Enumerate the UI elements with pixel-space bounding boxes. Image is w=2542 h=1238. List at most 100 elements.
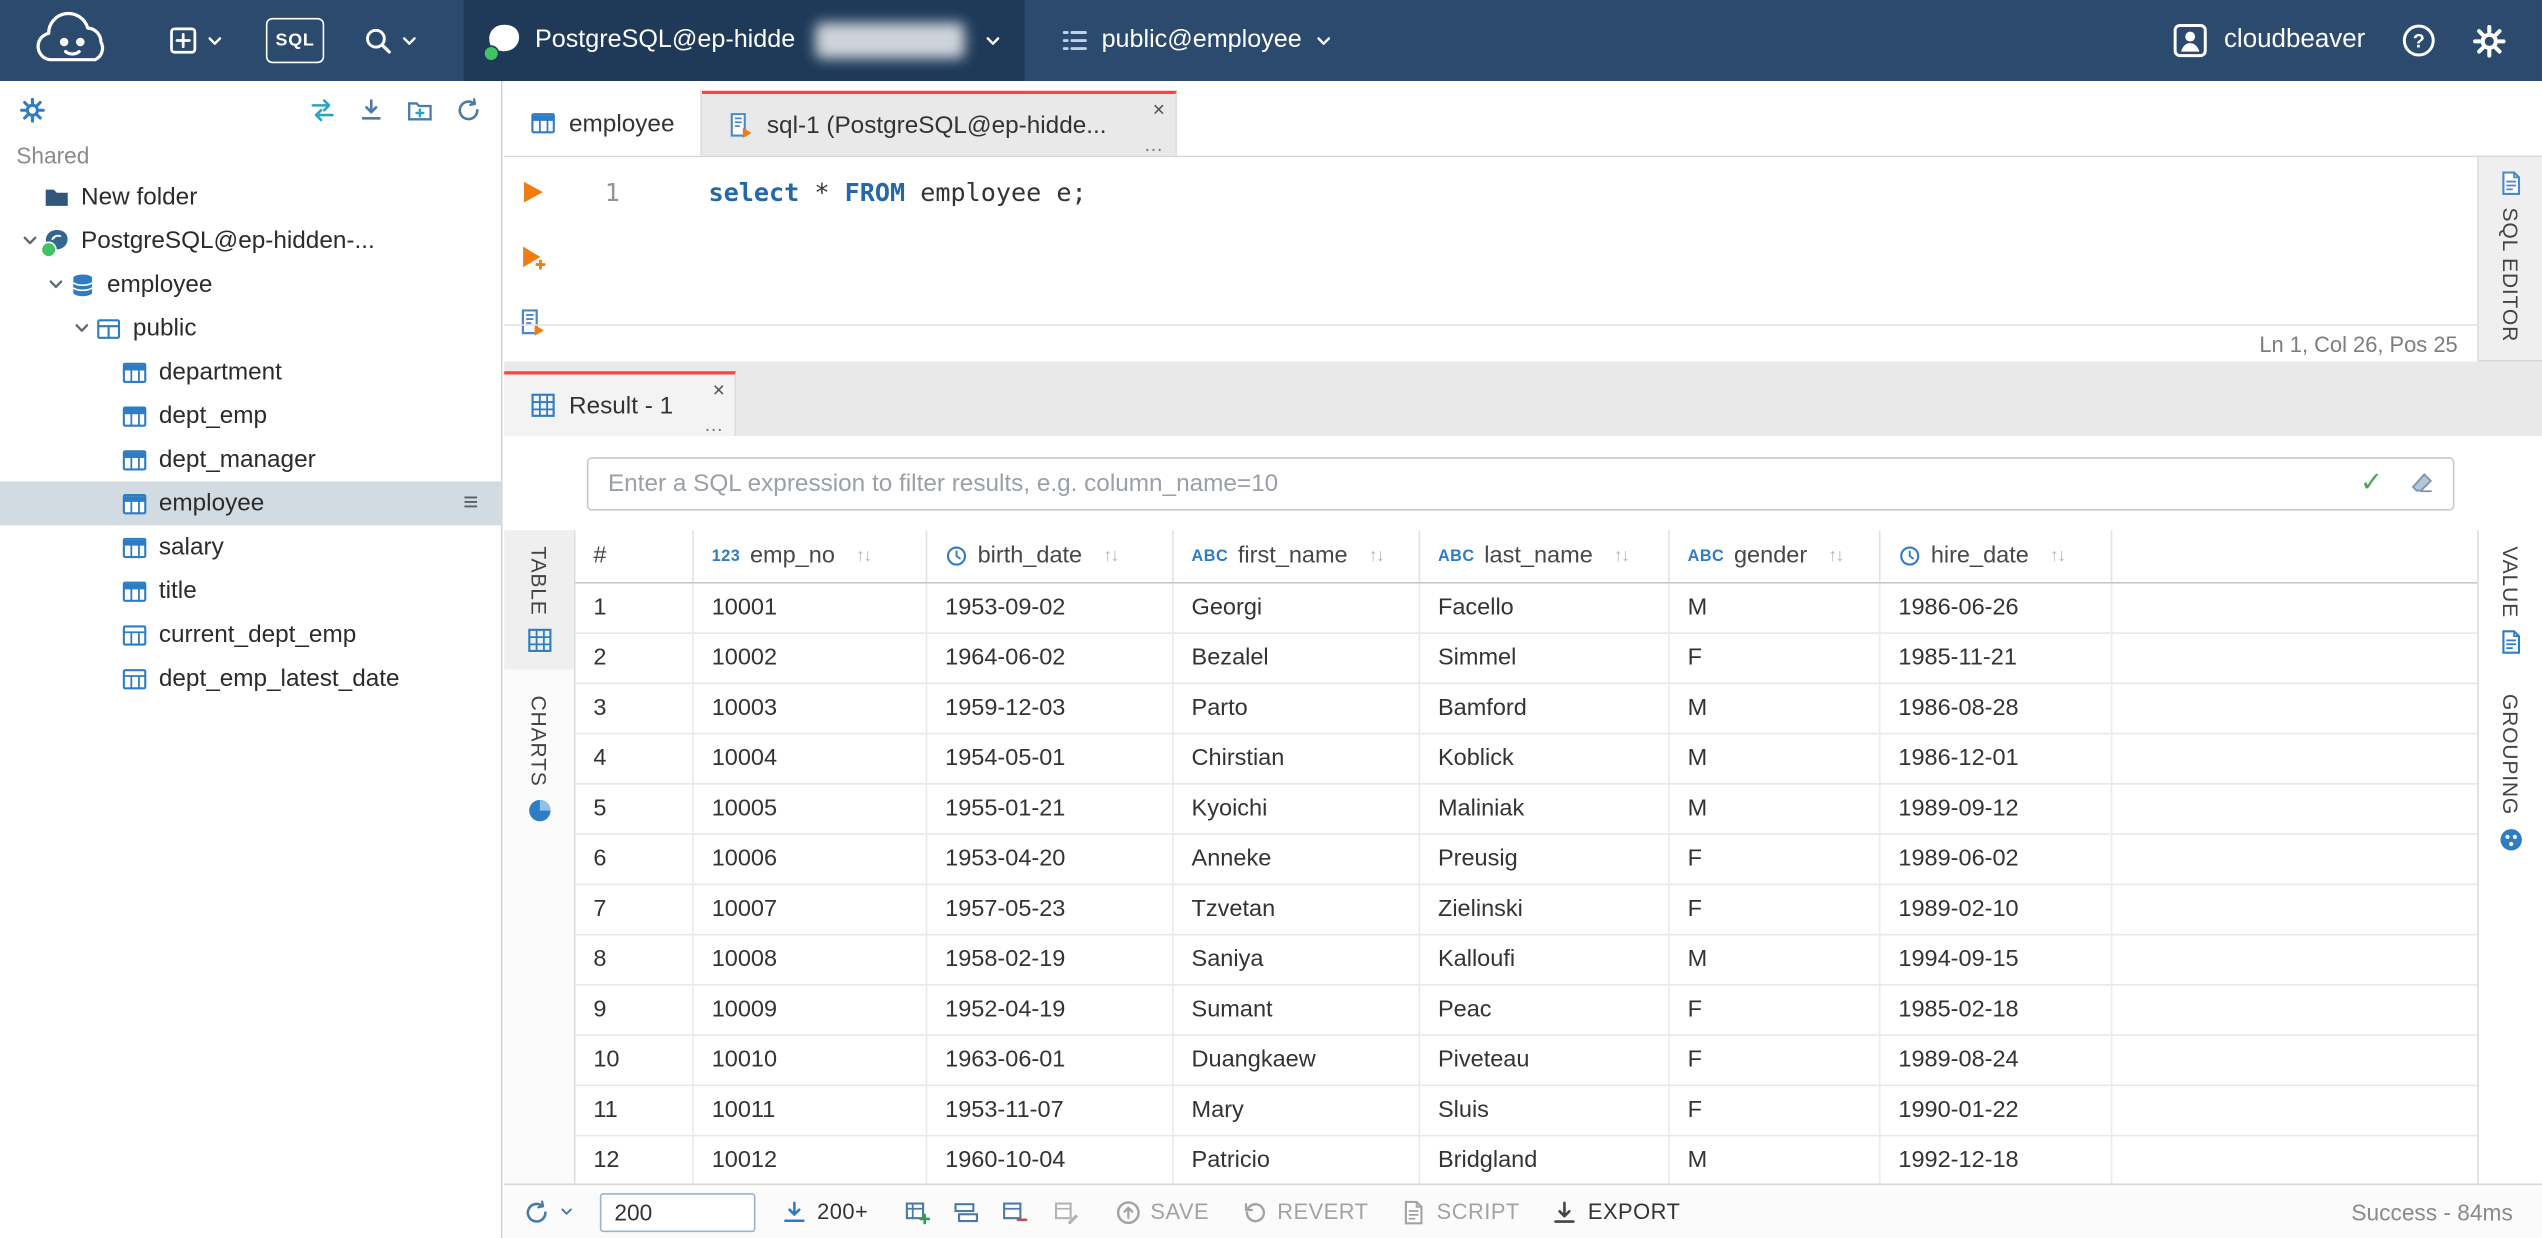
cell-birth-date[interactable]: 1952-04-19 <box>927 985 1174 1035</box>
cell-gender[interactable]: F <box>1670 1086 1881 1135</box>
row-number-cell[interactable]: 10 <box>576 1035 694 1085</box>
tab-employee[interactable]: employee <box>504 90 703 156</box>
cell-last-name[interactable]: Bridgland <box>1420 1136 1670 1184</box>
close-icon[interactable]: × <box>713 379 725 400</box>
cell-emp-no[interactable]: 10010 <box>694 1035 928 1085</box>
cell-last-name[interactable]: Simmel <box>1420 633 1670 683</box>
cell-last-name[interactable]: Facello <box>1420 583 1670 633</box>
cell-hire-date[interactable]: 1985-02-18 <box>1881 985 2113 1035</box>
cell-first-name[interactable]: Parto <box>1174 684 1421 733</box>
column-header-emp-no[interactable]: 123 emp_no ↑↓ <box>694 530 928 583</box>
sidebar-item-view-current-dept-emp[interactable]: current_dept_emp <box>0 613 501 657</box>
table-row[interactable]: 7 10007 1957-05-23 Tzvetan Zielinski F 1… <box>575 885 2478 936</box>
column-header-last-name[interactable]: ABC last_name ↑↓ <box>1420 530 1670 583</box>
row-number-cell[interactable]: 6 <box>576 834 694 884</box>
cell-birth-date[interactable]: 1959-12-03 <box>927 684 1174 733</box>
cell-emp-no[interactable]: 10001 <box>694 583 928 633</box>
export-button[interactable]: EXPORT <box>1552 1199 1680 1225</box>
cell-hire-date[interactable]: 1985-11-21 <box>1881 633 2113 683</box>
settings-gear-icon[interactable] <box>2472 24 2506 58</box>
cell-gender[interactable]: M <box>1670 583 1881 633</box>
fetch-size-input[interactable] <box>599 1192 756 1232</box>
cell-emp-no[interactable]: 10002 <box>694 633 928 683</box>
cell-first-name[interactable]: Georgi <box>1174 583 1421 633</box>
cell-last-name[interactable]: Zielinski <box>1420 885 1670 934</box>
cell-birth-date[interactable]: 1953-11-07 <box>927 1086 1174 1135</box>
schema-selector[interactable]: public@employee <box>1040 0 1352 81</box>
cell-emp-no[interactable]: 10012 <box>694 1136 928 1184</box>
table-row[interactable]: 8 10008 1958-02-19 Saniya Kalloufi M 199… <box>575 935 2478 986</box>
cell-gender[interactable]: M <box>1670 1136 1881 1184</box>
sql-editor-side-tab[interactable]: SQL EDITOR <box>2477 157 2542 362</box>
cell-hire-date[interactable]: 1989-08-24 <box>1881 1035 2113 1085</box>
script-button[interactable]: SCRIPT <box>1401 1199 1520 1225</box>
cell-last-name[interactable]: Koblick <box>1420 734 1670 784</box>
cell-birth-date[interactable]: 1958-02-19 <box>927 935 1174 985</box>
row-number-cell[interactable]: 4 <box>576 734 694 784</box>
cell-first-name[interactable]: Saniya <box>1174 935 1421 985</box>
execute-new-tab-icon[interactable] <box>519 243 547 271</box>
table-row[interactable]: 2 10002 1964-06-02 Bezalel Simmel F 1985… <box>575 633 2478 685</box>
sort-icon[interactable]: ↑↓ <box>856 546 872 565</box>
table-row[interactable]: 9 10009 1952-04-19 Sumant Peac F 1985-02… <box>575 985 2478 1036</box>
cell-hire-date[interactable]: 1986-08-28 <box>1881 684 2113 733</box>
duplicate-row-icon[interactable] <box>953 1199 979 1225</box>
cell-first-name[interactable]: Sumant <box>1174 985 1421 1035</box>
cell-hire-date[interactable]: 1989-06-02 <box>1881 834 2113 884</box>
cell-last-name[interactable]: Preusig <box>1420 834 1670 884</box>
cell-emp-no[interactable]: 10005 <box>694 784 928 834</box>
sidebar-item-table-employee[interactable]: employee ≡ <box>0 481 501 526</box>
revert-button[interactable]: REVERT <box>1242 1199 1369 1225</box>
sidebar-item-view-dept-emp-latest-date[interactable]: dept_emp_latest_date <box>0 657 501 701</box>
tab-table-view[interactable]: TABLE <box>504 530 574 670</box>
cell-last-name[interactable]: Piveteau <box>1420 1035 1670 1085</box>
sidebar-item-connection[interactable]: PostgreSQL@ep-hidden-... <box>0 219 501 263</box>
help-icon[interactable] <box>2401 23 2437 59</box>
new-sql-editor-button[interactable]: SQL <box>265 17 325 64</box>
cell-last-name[interactable]: Maliniak <box>1420 784 1670 834</box>
cell-birth-date[interactable]: 1960-10-04 <box>927 1136 1174 1184</box>
sidebar-item-table-dept-emp[interactable]: dept_emp <box>0 394 501 438</box>
cell-last-name[interactable]: Sluis <box>1420 1086 1670 1135</box>
cell-gender[interactable]: F <box>1670 633 1881 683</box>
sidebar-item-schema-public[interactable]: public <box>0 306 501 350</box>
cell-first-name[interactable]: Mary <box>1174 1086 1421 1135</box>
cell-first-name[interactable]: Anneke <box>1174 834 1421 884</box>
cell-emp-no[interactable]: 10009 <box>694 985 928 1035</box>
row-number-cell[interactable]: 5 <box>576 784 694 834</box>
cell-hire-date[interactable]: 1989-02-10 <box>1881 885 2113 934</box>
row-number-cell[interactable]: 12 <box>576 1136 694 1184</box>
cell-gender[interactable]: F <box>1670 1035 1881 1085</box>
tab-menu-icon[interactable]: … <box>704 415 723 434</box>
table-row[interactable]: 1 10001 1953-09-02 Georgi Facello M 1986… <box>575 583 2478 634</box>
item-menu-icon[interactable]: ≡ <box>463 489 478 518</box>
cell-emp-no[interactable]: 10004 <box>694 734 928 784</box>
cell-gender[interactable]: M <box>1670 784 1881 834</box>
cell-emp-no[interactable]: 10008 <box>694 935 928 985</box>
row-number-cell[interactable]: 9 <box>576 985 694 1035</box>
cell-hire-date[interactable]: 1990-01-22 <box>1881 1086 2113 1135</box>
cell-birth-date[interactable]: 1953-09-02 <box>927 583 1174 633</box>
sync-connections-icon[interactable] <box>310 97 336 123</box>
close-icon[interactable]: × <box>1153 99 1165 120</box>
cell-gender[interactable]: F <box>1670 834 1881 884</box>
sql-editor[interactable]: 1 select * FROM employee e; Ln 1, Col 26… <box>504 157 2478 362</box>
column-header-first-name[interactable]: ABC first_name ↑↓ <box>1174 530 1421 583</box>
sort-icon[interactable]: ↑↓ <box>1614 546 1630 565</box>
cell-first-name[interactable]: Duangkaew <box>1174 1035 1421 1085</box>
cell-birth-date[interactable]: 1953-04-20 <box>927 834 1174 884</box>
cell-birth-date[interactable]: 1955-01-21 <box>927 784 1174 834</box>
cell-hire-date[interactable]: 1986-12-01 <box>1881 734 2113 784</box>
edit-grid-icon[interactable] <box>1053 1199 1079 1225</box>
tab-charts-view[interactable]: CHARTS <box>504 679 574 840</box>
cell-birth-date[interactable]: 1964-06-02 <box>927 633 1174 683</box>
refresh-results-button[interactable] <box>524 1199 574 1225</box>
cell-first-name[interactable]: Bezalel <box>1174 633 1421 683</box>
refresh-tree-icon[interactable] <box>456 97 482 123</box>
new-folder-icon[interactable] <box>407 97 433 123</box>
column-header-gender[interactable]: ABC gender ↑↓ <box>1670 530 1881 583</box>
table-row[interactable]: 6 10006 1953-04-20 Anneke Preusig F 1989… <box>575 834 2478 886</box>
sidebar-item-table-salary[interactable]: salary <box>0 525 501 569</box>
sidebar-item-new-folder[interactable]: New folder <box>0 175 501 219</box>
row-number-cell[interactable]: 3 <box>576 684 694 733</box>
